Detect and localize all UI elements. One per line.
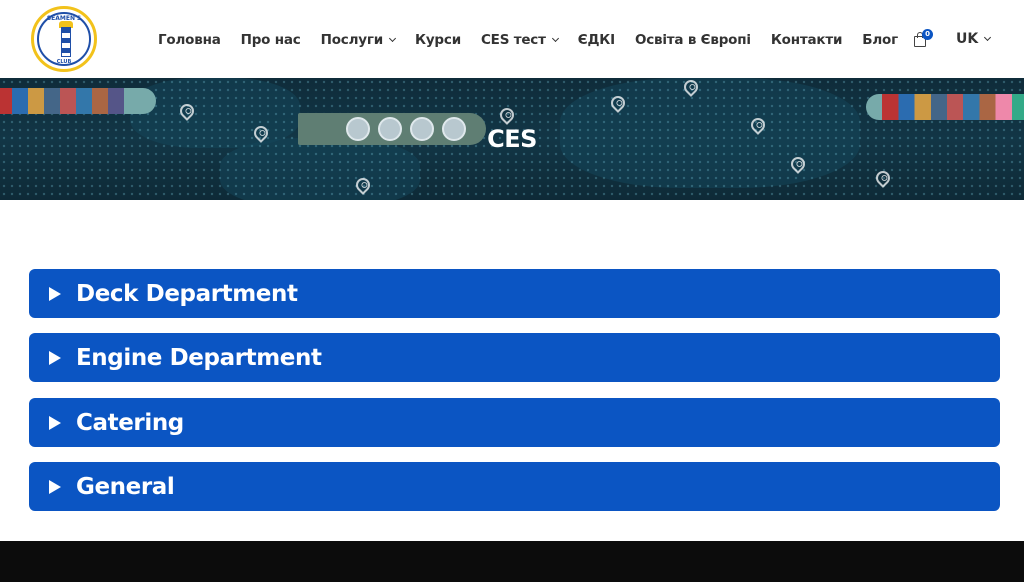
container-ship-image xyxy=(866,94,1024,120)
nav-item-about[interactable]: Про нас xyxy=(241,32,301,48)
nav-item-courses[interactable]: Курси xyxy=(415,32,461,48)
accordion-label: General xyxy=(76,473,175,500)
main-nav: Головна Про нас Послуги Курси CES тест Є… xyxy=(158,31,918,49)
logo-text-bottom: CLUB xyxy=(56,59,72,65)
page-title: CES xyxy=(487,125,537,153)
chevron-down-icon xyxy=(551,34,559,43)
accordion-label: Engine Department xyxy=(76,344,322,371)
nav-item-edki[interactable]: ЄДКІ xyxy=(578,32,615,48)
accordion-engine-department[interactable]: Engine Department xyxy=(29,333,1000,382)
expand-triangle-icon xyxy=(49,479,61,494)
accordion-label: Deck Department xyxy=(76,280,298,307)
nav-label: Контакти xyxy=(770,32,843,48)
nav-item-services[interactable]: Послуги xyxy=(320,32,397,48)
nav-label: CES тест xyxy=(480,32,546,48)
nav-label: Курси xyxy=(415,32,461,48)
nav-item-contacts[interactable]: Контакти xyxy=(770,32,843,48)
nav-label: Про нас xyxy=(240,32,301,48)
nav-item-blog[interactable]: Блог xyxy=(862,32,898,48)
chevron-down-icon xyxy=(388,34,397,43)
nav-label: Блог xyxy=(862,32,898,48)
nav-item-ces-test[interactable]: CES тест xyxy=(480,32,559,48)
site-header: SEAMEN'S CLUB Головна Про нас Послуги Ку… xyxy=(0,0,1024,78)
nav-item-education-europe[interactable]: Освіта в Європі xyxy=(635,32,751,48)
lighthouse-icon xyxy=(61,27,71,57)
nav-label: Освіта в Європі xyxy=(634,32,751,48)
hero-banner: CES xyxy=(0,78,1024,200)
seamens-club-logo[interactable]: SEAMEN'S CLUB xyxy=(31,6,97,72)
cart-count-badge: 0 xyxy=(922,29,933,40)
chevron-down-icon xyxy=(984,33,992,42)
site-footer xyxy=(0,541,1024,582)
language-label: UK xyxy=(956,31,979,47)
expand-triangle-icon xyxy=(49,415,61,430)
nav-label: Послуги xyxy=(320,32,384,48)
nav-item-home[interactable]: Головна xyxy=(158,32,221,48)
nav-label: Головна xyxy=(158,32,221,48)
accordion-general[interactable]: General xyxy=(29,462,1000,511)
expand-triangle-icon xyxy=(49,350,61,365)
container-ship-image xyxy=(0,88,156,114)
language-switcher[interactable]: UK xyxy=(956,31,992,47)
nav-label: ЄДКІ xyxy=(577,32,615,48)
accordion-catering[interactable]: Catering xyxy=(29,398,1000,447)
expand-triangle-icon xyxy=(49,286,61,301)
accordion-deck-department[interactable]: Deck Department xyxy=(29,269,1000,318)
accordion-label: Catering xyxy=(76,409,184,436)
